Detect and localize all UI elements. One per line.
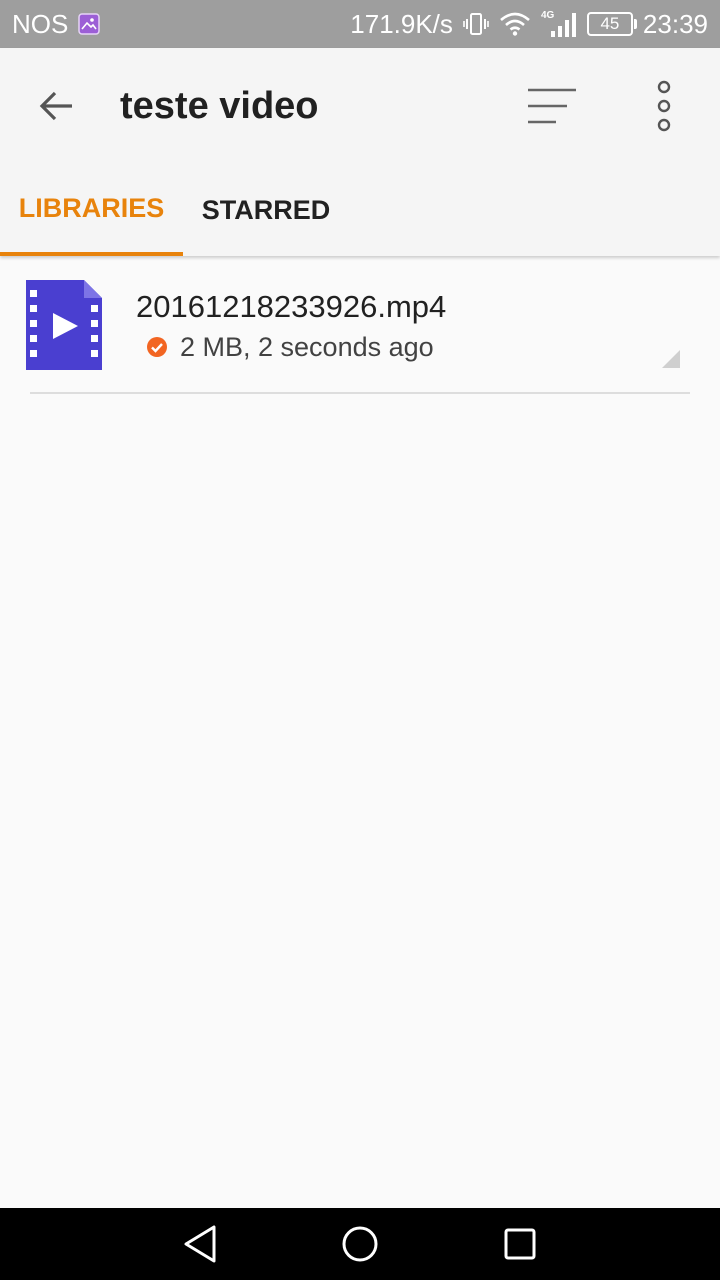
navigation-bar [0,1208,720,1280]
divider [30,392,690,394]
carrier-label: NOS [12,8,69,39]
sort-button[interactable] [520,78,584,134]
battery-icon: 45 [586,12,637,36]
check-circle-icon [147,337,167,357]
file-name: 20161218233926.mp4 [136,289,447,324]
corner-triangle-icon [662,350,680,368]
more-vertical-icon [657,80,671,132]
back-button[interactable] [24,78,88,134]
tab-bar: LIBRARIES STARRED [0,164,720,256]
square-recents-icon [504,1228,536,1260]
more-options-button[interactable] [632,76,696,136]
network-type-label: 4G [541,10,555,21]
circle-home-icon [342,1226,378,1262]
status-bar: NOS 171.9K/s 4G 45 23:39 [0,0,720,48]
status-right: 171.9K/s 4G 45 23:39 [350,9,708,40]
gallery-notification-icon [78,13,101,35]
battery-level: 45 [600,14,620,33]
vibrate-icon [463,11,489,37]
status-left: NOS [12,8,101,40]
net-speed: 171.9K/s [350,8,453,39]
toolbar: teste video [0,48,720,164]
file-meta-text: 2 MB, 2 seconds ago [180,332,434,362]
nav-home-button[interactable] [336,1220,384,1268]
tab-libraries[interactable]: LIBRARIES [0,164,183,256]
file-list: 20161218233926.mp4 2 MB, 2 seconds ago [0,256,720,394]
list-item[interactable]: 20161218233926.mp4 2 MB, 2 seconds ago [0,256,720,394]
wifi-icon [499,11,531,37]
file-meta: 2 MB, 2 seconds ago [146,330,434,364]
video-file-icon [26,280,102,370]
sort-lines-icon [528,88,576,124]
arrow-left-icon [39,91,72,121]
nav-recents-button[interactable] [496,1220,544,1268]
page-title: teste video [120,85,319,127]
triangle-back-icon [184,1225,216,1263]
app-bar: teste video LIBRARIES STARRED [0,48,720,256]
nav-back-button[interactable] [176,1220,224,1268]
tab-starred[interactable]: STARRED [183,164,349,256]
signal-icon: 4G [541,9,577,39]
clock: 23:39 [642,8,708,39]
